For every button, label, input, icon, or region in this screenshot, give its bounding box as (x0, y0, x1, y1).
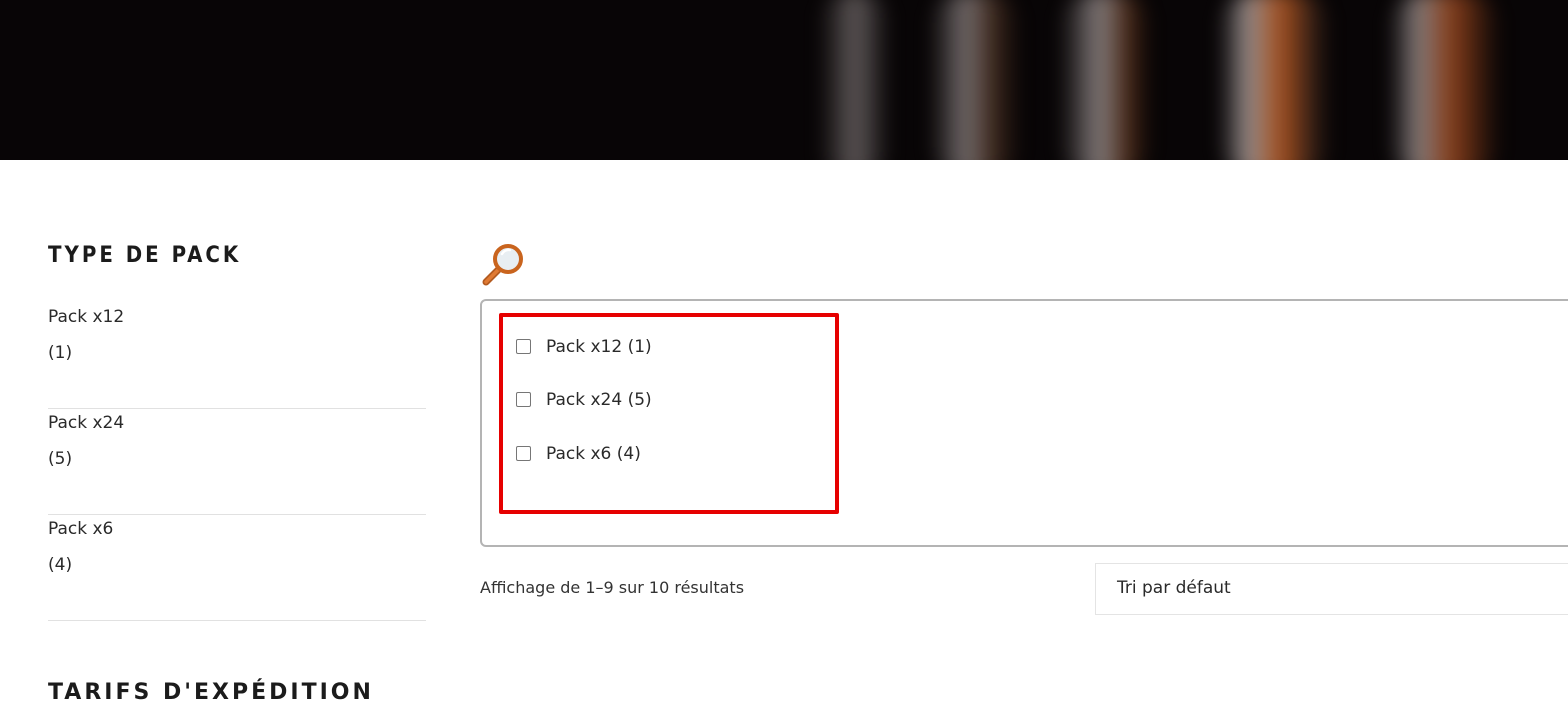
search-icon[interactable] (478, 240, 528, 290)
checkbox[interactable] (516, 392, 531, 407)
sidebar-item-pack-x6[interactable]: Pack x6 (4) (48, 515, 426, 621)
filter-option-label[interactable]: Pack x12 (1) (546, 337, 652, 357)
hero-banner-image (0, 0, 1568, 160)
sidebar-title: TYPE DE PACK (48, 243, 242, 268)
shipping-section-title: TARIFS D'EXPÉDITION (48, 680, 374, 705)
sidebar-item-count: (4) (48, 555, 73, 575)
sidebar-item-pack-x24[interactable]: Pack x24 (5) (48, 409, 426, 515)
filter-option-label[interactable]: Pack x24 (5) (546, 390, 652, 410)
sidebar-item-name[interactable]: Pack x6 (48, 519, 113, 539)
checkbox[interactable] (516, 446, 531, 461)
sidebar-item-name[interactable]: Pack x12 (48, 307, 124, 327)
results-count: Affichage de 1–9 sur 10 résultats (480, 578, 745, 597)
checkbox[interactable] (516, 339, 531, 354)
sidebar-item-count: (1) (48, 343, 73, 363)
sidebar-item-count: (5) (48, 449, 73, 469)
sidebar-item-pack-x12[interactable]: Pack x12 (1) (48, 303, 426, 409)
sort-selected-value: Tri par défaut (1117, 578, 1231, 598)
filter-option-label[interactable]: Pack x6 (4) (546, 444, 641, 464)
sidebar-item-name[interactable]: Pack x24 (48, 413, 124, 433)
sort-select[interactable]: Tri par défaut (1095, 563, 1568, 615)
